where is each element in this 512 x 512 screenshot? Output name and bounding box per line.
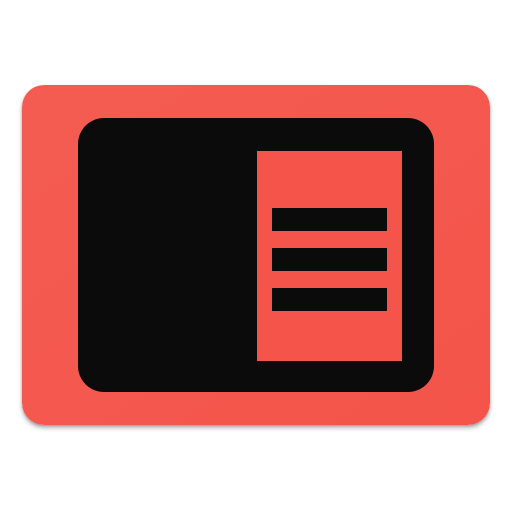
menu-lines-icon	[272, 208, 387, 311]
canvas	[0, 0, 512, 512]
app-icon[interactable]	[22, 85, 490, 425]
menu-line	[272, 288, 387, 311]
menu-line	[272, 248, 387, 271]
reader-panel-icon	[22, 85, 490, 425]
menu-line	[272, 208, 387, 231]
